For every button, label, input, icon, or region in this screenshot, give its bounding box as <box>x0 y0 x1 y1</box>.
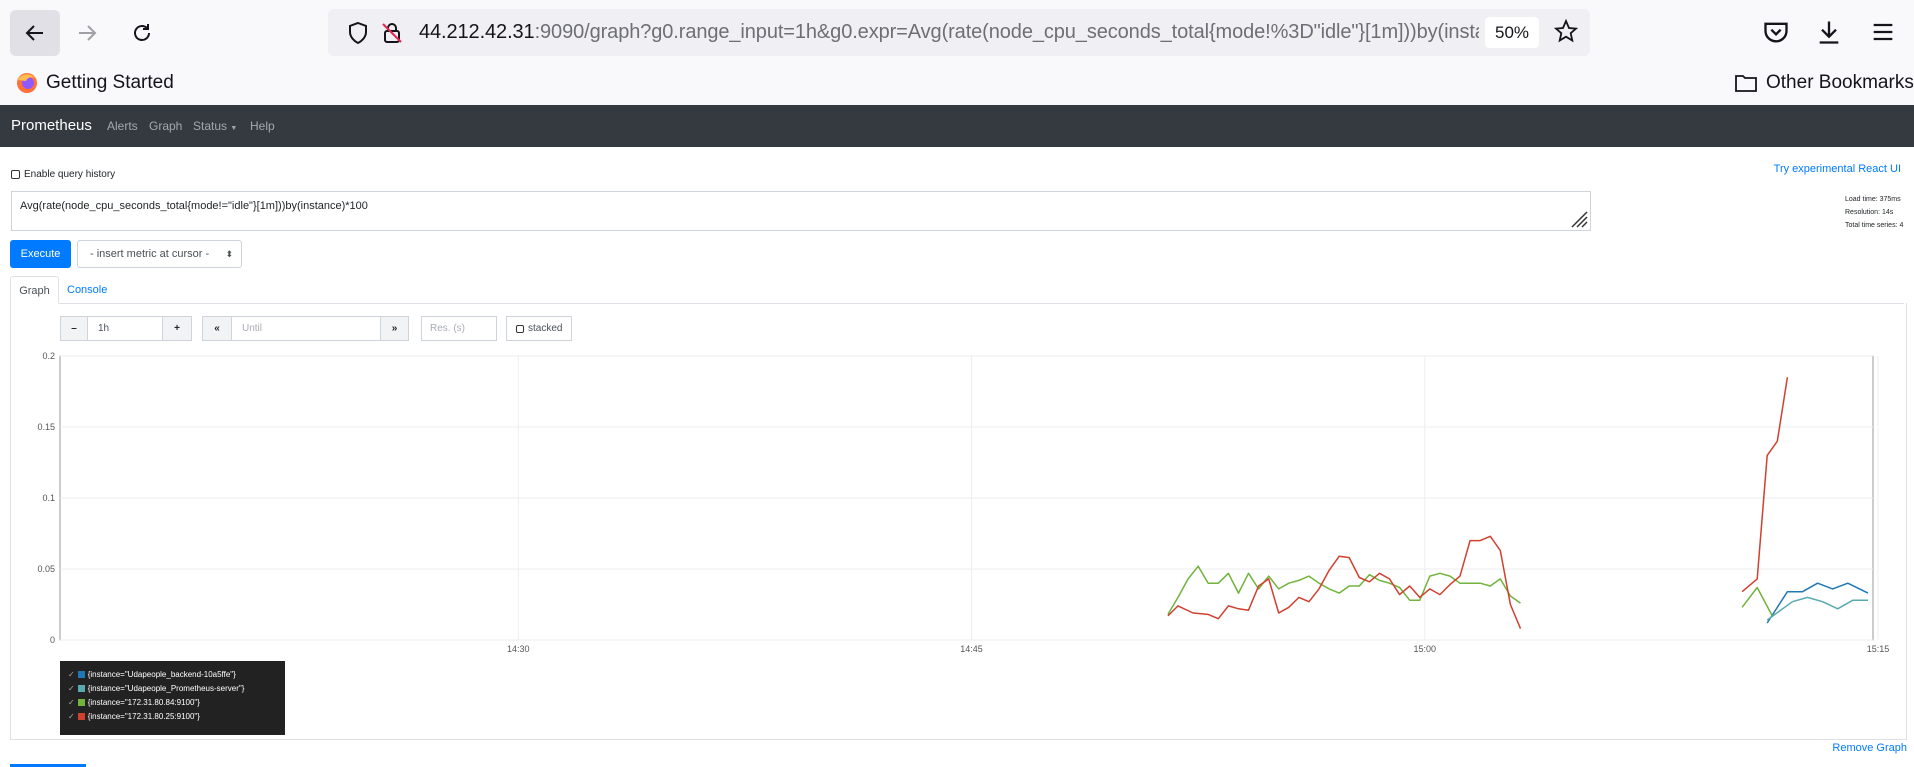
y-tick-label: 0.15 <box>37 422 55 432</box>
legend-item[interactable]: ✓ {instance="172.31.80.25:9100"} <box>68 712 200 721</box>
legend-label: {instance="172.31.80.84:9100"} <box>87 698 200 707</box>
legend-label: {instance="172.31.80.25:9100"} <box>87 712 200 721</box>
legend-swatch <box>77 671 85 678</box>
legend-swatch <box>77 699 85 706</box>
remove-graph-link[interactable]: Remove Graph <box>1832 742 1907 754</box>
legend-item[interactable]: ✓ {instance="Udapeople_backend-10a5ffe"} <box>68 670 236 679</box>
graph-legend: ✓ {instance="Udapeople_backend-10a5ffe"} ✓… <box>60 661 285 735</box>
y-tick-label: 0.2 <box>42 351 55 361</box>
legend-item[interactable]: ✓ {instance="172.31.80.84:9100"} <box>68 698 200 707</box>
series-line-3 <box>1741 377 1789 593</box>
x-tick-label: 15:15 <box>1867 644 1890 654</box>
series-line-3 <box>1167 535 1522 629</box>
x-tick-label: 14:30 <box>507 644 530 654</box>
check-icon: ✓ <box>68 670 75 679</box>
legend-item[interactable]: ✓ {instance="Udapeople_Prometheus-server"… <box>68 684 244 693</box>
series-line-2 <box>1741 586 1773 617</box>
check-icon: ✓ <box>68 684 75 693</box>
legend-label: {instance="Udapeople_backend-10a5ffe"} <box>87 670 236 679</box>
legend-label: {instance="Udapeople_Prometheus-server"} <box>87 684 245 693</box>
check-icon: ✓ <box>68 712 75 721</box>
y-tick-label: 0 <box>50 635 55 645</box>
check-icon: ✓ <box>68 698 75 707</box>
y-tick-label: 0.1 <box>42 493 55 503</box>
y-tick-label: 0.05 <box>37 564 55 574</box>
graph-chart[interactable]: 0 0.05 0.1 0.15 0.2 14:30 14:45 15:00 15:15 <box>0 0 1914 767</box>
series-line-2 <box>1167 565 1521 615</box>
legend-swatch <box>77 685 85 692</box>
series-line-0 <box>1766 582 1869 624</box>
x-tick-label: 15:00 <box>1414 644 1437 654</box>
legend-swatch <box>77 713 85 720</box>
x-tick-label: 14:45 <box>960 644 983 654</box>
